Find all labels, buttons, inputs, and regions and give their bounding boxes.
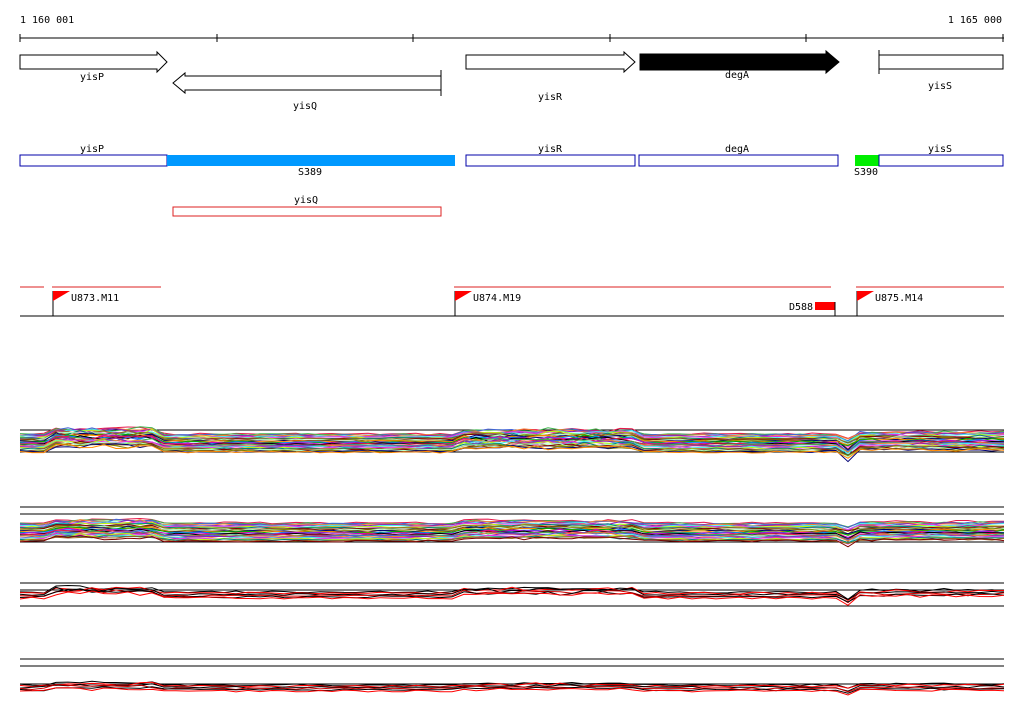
unit-flag-icon bbox=[53, 291, 70, 301]
gene-yisP-label: yisP bbox=[80, 72, 104, 83]
coordinate-ruler: 1 160 001 1 165 000 bbox=[19, 15, 1004, 42]
expression-panel-2 bbox=[19, 506, 1005, 548]
segment-degA[interactable] bbox=[638, 154, 839, 167]
unit-U875-flag[interactable] bbox=[856, 291, 874, 316]
expression-curves-1 bbox=[19, 426, 1005, 463]
gene-yisS-box[interactable] bbox=[878, 54, 1004, 70]
unit-flag-icon bbox=[455, 291, 472, 301]
antisense-yisQ-label: yisQ bbox=[294, 195, 318, 206]
gene-yisQ-label: yisQ bbox=[293, 101, 317, 112]
segment-S389[interactable] bbox=[167, 155, 455, 166]
gene-degA-label: degA bbox=[725, 70, 749, 81]
unit-flag-icon bbox=[857, 291, 874, 301]
expression-panel-3 bbox=[19, 582, 1005, 607]
expression-curves-3 bbox=[19, 584, 1005, 606]
segment-track: yisP S389 yisR degA S390 yisS yisQ bbox=[19, 144, 1004, 217]
segment-S390[interactable] bbox=[855, 155, 879, 166]
expression-panel-4 bbox=[19, 658, 1005, 696]
gene-yisQ-arrow[interactable] bbox=[172, 71, 442, 95]
expression-curves-4 bbox=[19, 680, 1005, 696]
downshift-D588-marker[interactable] bbox=[815, 302, 835, 310]
segment-yisS[interactable] bbox=[878, 154, 1004, 167]
unit-U873-label: U873.M11 bbox=[71, 293, 119, 304]
expression-profiles bbox=[19, 426, 1005, 696]
unit-track: U873.M11 U874.M19 U875.M14 D588 bbox=[20, 286, 1004, 317]
gene-yisR-arrow[interactable] bbox=[465, 50, 636, 74]
antisense-yisQ[interactable] bbox=[172, 206, 442, 217]
unit-U873-flag[interactable] bbox=[52, 291, 70, 316]
ruler-start-label: 1 160 001 bbox=[20, 15, 74, 26]
downshift-D588-label: D588 bbox=[789, 302, 813, 313]
segment-S389-label: S389 bbox=[298, 167, 322, 178]
segment-degA-label: degA bbox=[725, 144, 749, 155]
gene-yisS-label: yisS bbox=[928, 81, 952, 92]
gene-yisR-label: yisR bbox=[538, 92, 563, 103]
unit-U874-label: U874.M19 bbox=[473, 293, 521, 304]
unit-U874-flag[interactable] bbox=[454, 291, 472, 316]
expression-panel-1 bbox=[19, 426, 1005, 463]
segment-yisR[interactable] bbox=[465, 154, 636, 167]
ruler-end-label: 1 165 000 bbox=[948, 15, 1002, 26]
gene-yisP-arrow[interactable] bbox=[19, 50, 168, 74]
unit-U875-label: U875.M14 bbox=[875, 293, 923, 304]
segment-yisP-label: yisP bbox=[80, 144, 104, 155]
segment-yisS-label: yisS bbox=[928, 144, 952, 155]
genome-browser-view: 1 160 001 1 165 000 yisP yisQ yisR degA … bbox=[19, 15, 1005, 696]
segment-yisP[interactable] bbox=[19, 154, 168, 167]
segment-S390-label: S390 bbox=[854, 167, 878, 178]
segment-yisR-label: yisR bbox=[538, 144, 563, 155]
gene-track: yisP yisQ yisR degA yisS bbox=[19, 49, 1004, 112]
expression-curves-2 bbox=[19, 517, 1005, 548]
